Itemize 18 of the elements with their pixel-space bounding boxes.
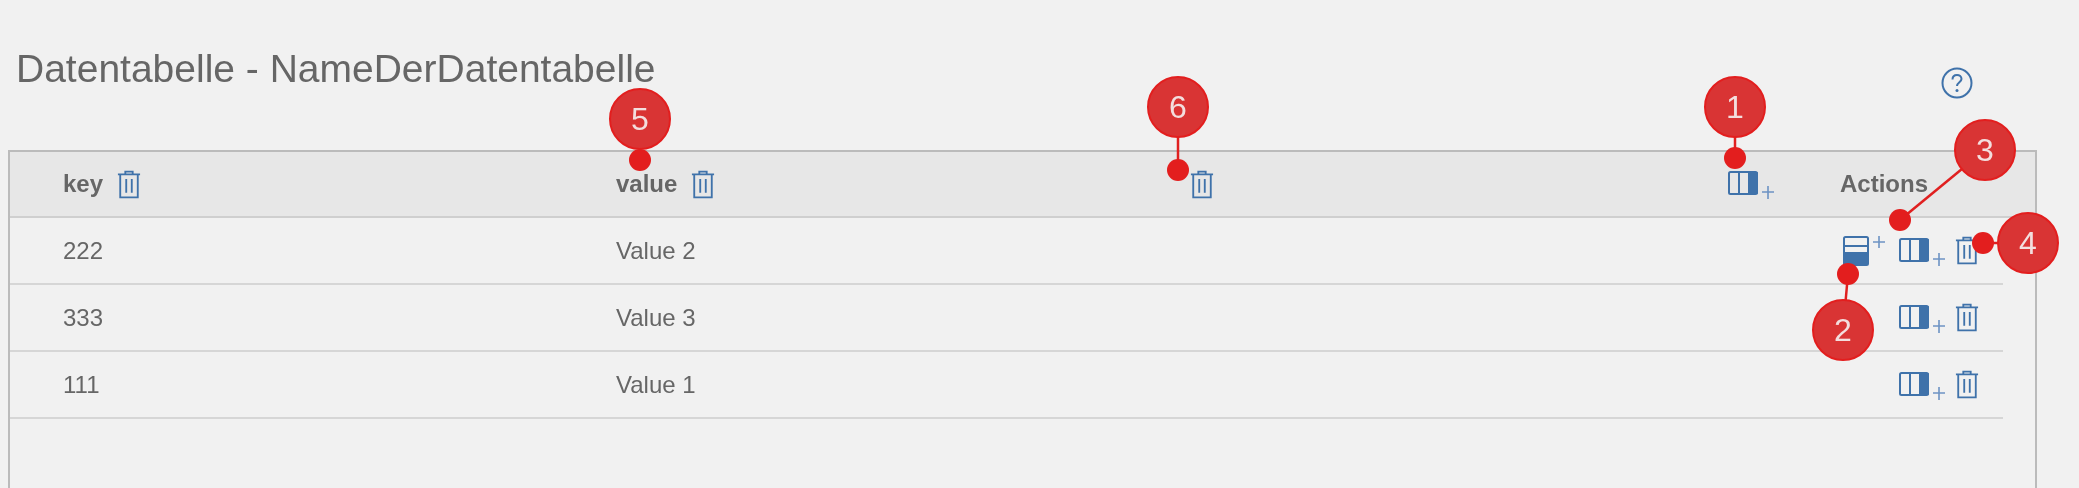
help-icon[interactable] [1941, 67, 1973, 99]
delete-row-icon[interactable] [1955, 302, 1979, 333]
column-header: Actions [1840, 170, 1928, 198]
table-cell: Value 2 [616, 236, 696, 264]
table-cell: 333 [63, 303, 104, 331]
delete-row-icon[interactable] [1955, 369, 1979, 400]
table-cell: 111 [63, 370, 100, 398]
page-title: Datentabelle - NameDerDatentabelle [16, 47, 656, 91]
column-header: key [63, 170, 104, 198]
table-cell: Value 3 [616, 303, 696, 331]
delete-row-icon[interactable] [1955, 235, 1979, 266]
delete-column-icon[interactable] [691, 168, 716, 200]
delete-column-icon[interactable] [117, 168, 142, 200]
table-cell: 222 [63, 236, 104, 264]
table-cell: Value 1 [616, 370, 696, 398]
add-column-icon[interactable] [1728, 168, 1776, 200]
delete-column-icon[interactable] [1190, 168, 1214, 200]
column-header: value [616, 170, 678, 198]
